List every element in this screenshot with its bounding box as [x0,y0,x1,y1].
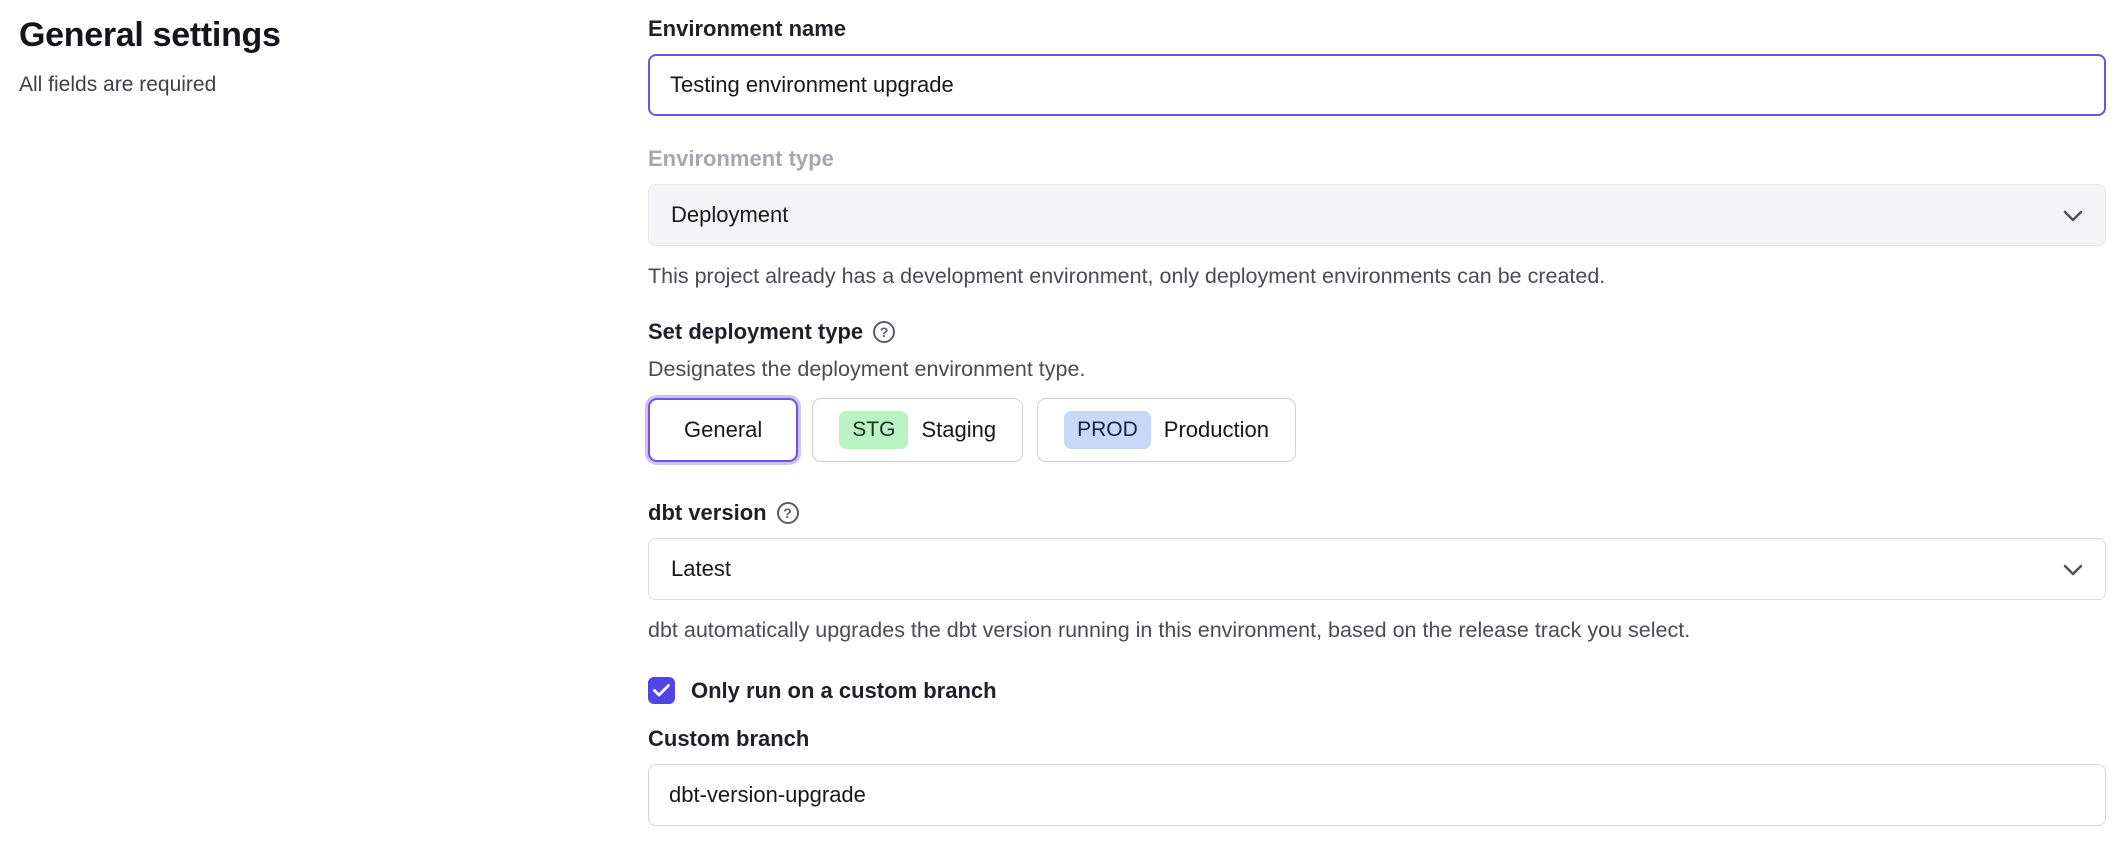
deployment-type-label: Set deployment type ? [648,319,2106,345]
environment-type-group: Environment type Deployment This project… [648,146,2106,289]
environment-type-label: Environment type [648,146,2106,172]
custom-branch-toggle-label: Only run on a custom branch [691,678,997,704]
custom-branch-checkbox[interactable] [648,677,675,704]
custom-branch-label: Custom branch [648,726,2106,752]
production-badge: PROD [1064,411,1151,449]
page-subtitle: All fields are required [19,73,648,97]
custom-branch-group: Custom branch [648,726,2106,826]
help-icon[interactable]: ? [777,502,799,524]
deployment-type-description: Designates the deployment environment ty… [648,357,2106,382]
dbt-version-select[interactable]: Latest [648,538,2106,600]
environment-name-input[interactable] [648,54,2106,116]
deployment-type-label-text: Set deployment type [648,319,863,345]
dbt-version-label-text: dbt version [648,500,767,526]
environment-name-group: Environment name [648,16,2106,116]
custom-branch-toggle-row: Only run on a custom branch [648,677,2106,704]
help-icon[interactable]: ? [873,321,895,343]
settings-form: Environment name Environment type Deploy… [648,0,2116,864]
environment-type-select: Deployment [648,184,2106,246]
deployment-option-staging[interactable]: STG Staging [812,398,1023,462]
dbt-version-label: dbt version ? [648,500,2106,526]
deployment-type-group: Set deployment type ? Designates the dep… [648,319,2106,462]
environment-name-label: Environment name [648,16,2106,42]
settings-page: General settings All fields are required… [0,0,2116,864]
page-title: General settings [19,16,648,55]
deployment-option-production-label: Production [1164,417,1269,443]
environment-type-helper: This project already has a development e… [648,264,2106,289]
custom-branch-input[interactable] [648,764,2106,826]
staging-badge: STG [839,411,908,449]
check-icon [653,684,670,697]
deployment-option-staging-label: Staging [921,417,996,443]
environment-type-value: Deployment [671,202,788,228]
settings-header: General settings All fields are required [0,0,648,864]
deployment-option-production[interactable]: PROD Production [1037,398,1296,462]
deployment-type-options: General STG Staging PROD Production [648,398,2106,462]
dbt-version-helper: dbt automatically upgrades the dbt versi… [648,618,2106,643]
dbt-version-value: Latest [671,556,731,582]
chevron-down-icon [2063,556,2083,582]
chevron-down-icon [2063,202,2083,228]
deployment-option-general-label: General [684,417,762,443]
dbt-version-group: dbt version ? Latest dbt automatically u… [648,500,2106,643]
deployment-option-general[interactable]: General [648,398,798,462]
